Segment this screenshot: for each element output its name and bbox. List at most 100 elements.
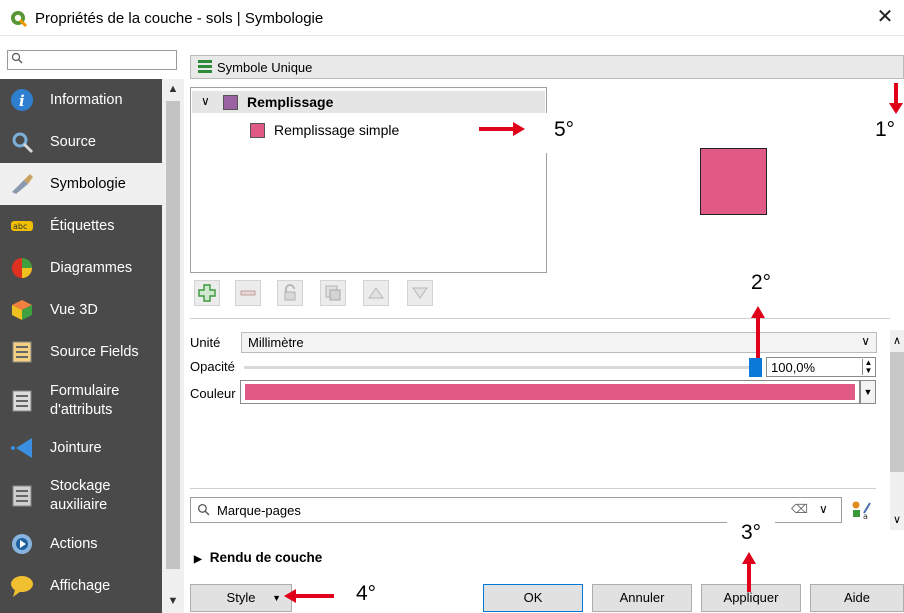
- tree-row-fill[interactable]: ∨ Remplissage: [192, 91, 545, 113]
- sidebar-item-label: Symbologie: [50, 175, 126, 192]
- sidebar-item-diagrammes[interactable]: Diagrammes: [0, 247, 162, 289]
- close-button[interactable]: ✕: [874, 6, 896, 28]
- title-bar: Propriétés de la couche - sols | Symbolo…: [0, 0, 904, 36]
- scroll-down-icon[interactable]: ▼: [166, 595, 180, 607]
- render-section-label: Rendu de couche: [209, 550, 323, 565]
- symbol-layer-tree[interactable]: ∨ Remplissage Remplissage simple: [190, 87, 547, 273]
- sidebar-item-label: Stockage auxiliaire: [50, 478, 111, 513]
- sidebar-item-source-fields[interactable]: Source Fields: [0, 331, 162, 373]
- duplicate-layer-button[interactable]: [320, 280, 346, 306]
- sidebar-item-actions[interactable]: Actions: [0, 523, 162, 565]
- sidebar-item-vue-3d[interactable]: Vue 3D: [0, 289, 162, 331]
- window-title: Propriétés de la couche - sols | Symbolo…: [35, 10, 324, 27]
- unit-value: Millimètre: [248, 335, 304, 350]
- minus-icon: [240, 290, 256, 296]
- svg-text:a: a: [863, 512, 868, 521]
- triangle-right-icon: ▶: [194, 554, 202, 565]
- unit-label: Unité: [190, 335, 221, 350]
- sidebar-item-label: Source: [50, 133, 96, 150]
- color-swatch: [245, 384, 855, 400]
- search-icon: [197, 503, 210, 516]
- annotation-5: 5°: [534, 113, 594, 153]
- sidebar: i Information Source Symbologie abc Étiquette…: [0, 79, 162, 613]
- add-layer-button[interactable]: [194, 280, 220, 306]
- arrow-right-icon: [479, 122, 525, 136]
- sidebar-scrollbar[interactable]: ▲ ▼: [162, 79, 184, 613]
- sidebar-item-source[interactable]: Source: [0, 121, 162, 163]
- search-icon: [11, 52, 23, 64]
- chevron-up-icon[interactable]: ∧: [893, 334, 901, 347]
- section-divider: [190, 488, 876, 489]
- color-button[interactable]: [240, 380, 860, 404]
- cancel-button[interactable]: Annuler: [592, 584, 692, 612]
- sidebar-item-label: Actions: [50, 535, 98, 552]
- help-button[interactable]: Aide: [810, 584, 904, 612]
- abc-label-icon: abc: [10, 214, 34, 238]
- color-dropdown-button[interactable]: ▼: [860, 380, 876, 404]
- style-button[interactable]: Style ▼: [190, 584, 292, 612]
- chevron-down-icon[interactable]: ∨: [201, 94, 210, 108]
- sidebar-item-affichage[interactable]: Affichage: [0, 565, 162, 607]
- arrow-up-icon: [742, 552, 756, 592]
- properties-scrollbar[interactable]: [890, 330, 904, 530]
- info-icon: i: [10, 88, 34, 112]
- lock-layer-button[interactable]: [277, 280, 303, 306]
- unit-combo[interactable]: Millimètre ∨: [241, 332, 877, 353]
- sidebar-item-label: Étiquettes: [50, 217, 115, 234]
- annotation-4: 4°: [341, 577, 391, 613]
- sidebar-item-label: Affichage: [50, 577, 111, 594]
- sidebar-item-jointure[interactable]: Jointure: [0, 427, 162, 469]
- arrow-up-icon: [751, 306, 765, 358]
- splitter-divider[interactable]: [190, 318, 890, 319]
- color-label: Couleur: [190, 386, 236, 401]
- database-icon: [10, 484, 34, 508]
- sidebar-item-étiquettes[interactable]: abc Étiquettes: [0, 205, 162, 247]
- renderer-type-label: Symbole Unique: [217, 60, 313, 75]
- ok-button[interactable]: OK: [483, 584, 583, 612]
- triangle-down-icon: [412, 287, 428, 299]
- sidebar-item-label: Information: [50, 91, 123, 108]
- single-symbol-icon: [198, 60, 212, 73]
- opacity-value: 100,0%: [771, 360, 816, 375]
- style-manager-icon[interactable]: a: [850, 499, 872, 521]
- fill-swatch: [223, 95, 238, 110]
- sidebar-item-label: Vue 3D: [50, 301, 98, 318]
- pie-chart-icon: [10, 256, 34, 280]
- remove-layer-button[interactable]: [235, 280, 261, 306]
- simple-fill-swatch: [250, 123, 265, 138]
- renderer-type-combo[interactable]: Symbole Unique: [190, 55, 904, 79]
- opacity-slider-track[interactable]: [244, 366, 750, 369]
- symbol-preview: [700, 148, 767, 215]
- svg-text:abc: abc: [13, 222, 27, 231]
- opacity-spinbox[interactable]: 100,0% ▲ ▼: [766, 357, 876, 377]
- sidebar-item-label: Diagrammes: [50, 259, 133, 276]
- sidebar-item-formulaire[interactable]: Formulaire d'attributs: [0, 372, 162, 430]
- layer-rendering-section[interactable]: ▶ Rendu de couche: [194, 550, 322, 565]
- arrow-left-icon: [284, 589, 334, 603]
- spin-arrows-icon[interactable]: ▲ ▼: [862, 359, 874, 375]
- move-down-button[interactable]: [407, 280, 433, 306]
- opacity-label: Opacité: [190, 359, 235, 374]
- clear-icon[interactable]: ⌫: [791, 502, 808, 516]
- chevron-down-icon[interactable]: ∨: [819, 502, 828, 516]
- scrollbar-thumb[interactable]: [890, 352, 904, 472]
- form-icon: [10, 389, 34, 413]
- bookmarks-label: Marque-pages: [217, 503, 301, 518]
- plus-icon: [198, 284, 216, 302]
- sidebar-item-symbologie[interactable]: Symbologie: [0, 163, 162, 205]
- opacity-slider-handle[interactable]: [749, 358, 762, 377]
- scroll-up-icon[interactable]: ▲: [166, 83, 180, 95]
- scrollbar-thumb[interactable]: [166, 101, 180, 569]
- sidebar-search-input[interactable]: [7, 50, 177, 70]
- chevron-down-icon[interactable]: ∨: [893, 513, 901, 526]
- speech-bubble-icon: [10, 574, 34, 598]
- dropdown-arrow-icon: ▼: [272, 593, 281, 603]
- move-up-button[interactable]: [363, 280, 389, 306]
- sidebar-item-information[interactable]: i Information: [0, 79, 162, 121]
- annotation-2: 2°: [738, 266, 784, 302]
- source-wrench-icon: [10, 130, 34, 154]
- sidebar-item-label: Formulaire d'attributs: [50, 383, 120, 418]
- sidebar-item-stockage[interactable]: Stockage auxiliaire: [0, 467, 162, 525]
- join-icon: [10, 436, 34, 460]
- sidebar-item-label: Jointure: [50, 439, 102, 456]
